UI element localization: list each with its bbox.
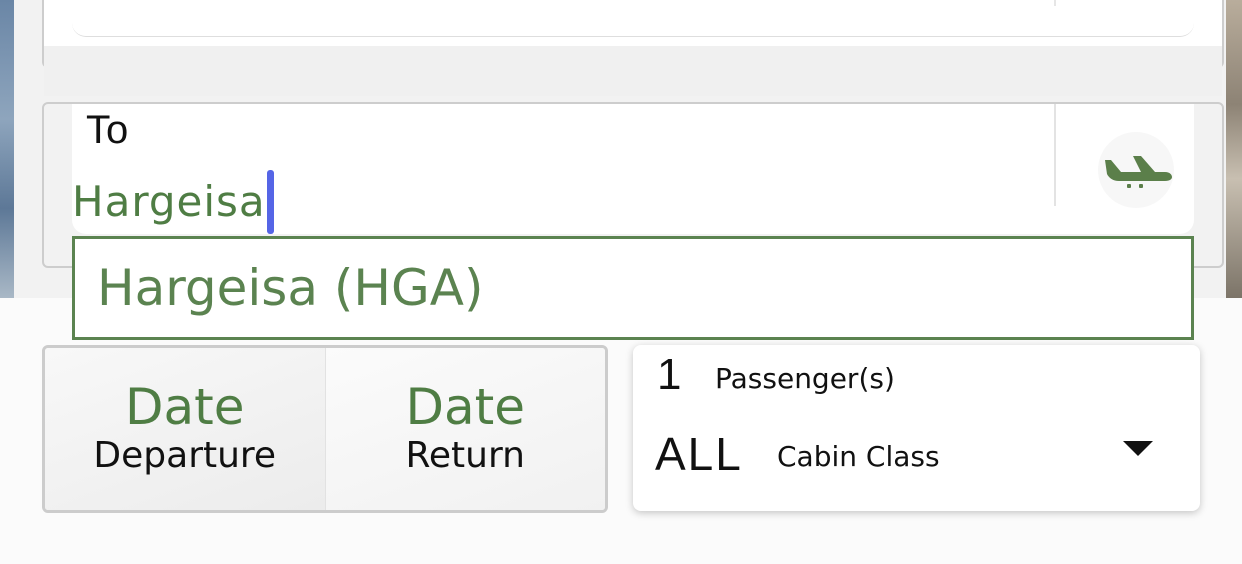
background-photo-left xyxy=(0,0,14,298)
airport-suggestion-item[interactable]: Hargeisa (HGA) xyxy=(72,236,1194,340)
airport-suggestion-label: Hargeisa (HGA) xyxy=(97,259,484,317)
departure-date-label: Departure xyxy=(93,434,277,476)
origin-divider xyxy=(1054,0,1056,6)
departure-date-button[interactable]: Date Departure xyxy=(45,348,326,510)
passenger-count: 1 xyxy=(657,350,682,399)
caret-down-icon[interactable] xyxy=(1123,441,1153,456)
destination-label: To xyxy=(86,108,129,152)
return-date-button[interactable]: Date Return xyxy=(325,348,605,510)
departure-date-value: Date xyxy=(124,378,245,437)
destination-input-value[interactable]: Hargeisa xyxy=(72,181,266,223)
destination-divider xyxy=(1054,104,1056,206)
passengers-cabin-selector[interactable]: 1 Passenger(s) ALL Cabin Class xyxy=(633,345,1200,511)
plane-landing-icon xyxy=(1105,156,1172,188)
destination-airport-button[interactable] xyxy=(1098,132,1174,208)
destination-field[interactable]: Hargeisa xyxy=(72,168,274,236)
dates-selector: Date Departure Date Return xyxy=(42,345,608,513)
background-photo-right xyxy=(1226,0,1242,298)
origin-card-footer xyxy=(44,46,1222,96)
passenger-label: Passenger(s) xyxy=(715,362,895,395)
text-cursor xyxy=(266,170,274,234)
return-date-value: Date xyxy=(405,378,525,437)
return-date-label: Return xyxy=(405,434,525,476)
cabin-class-label: Cabin Class xyxy=(777,440,940,473)
flight-search-page: To Hargeisa Hargeisa (HGA) Date Departur… xyxy=(0,0,1242,564)
cabin-class-value: ALL xyxy=(655,428,743,480)
origin-input-area[interactable] xyxy=(72,0,1194,37)
